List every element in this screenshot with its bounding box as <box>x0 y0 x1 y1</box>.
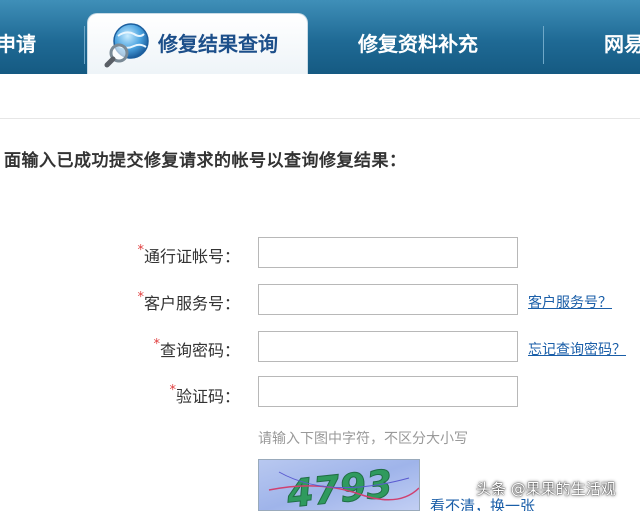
account-label-text: 通行证帐号： <box>143 247 240 266</box>
tab-separator <box>84 26 85 64</box>
query-password-input[interactable] <box>258 331 518 362</box>
tab-netease[interactable]: 网易 <box>604 22 640 66</box>
service-no-input[interactable] <box>258 284 518 315</box>
service-no-label: *客户服务号： <box>137 290 240 314</box>
service-no-help-link[interactable]: 客户服务号？ <box>528 292 612 312</box>
tab-separator <box>543 26 544 64</box>
tab-supplement[interactable]: 修复资料补充 <box>358 22 478 66</box>
account-label: *通行证帐号： <box>137 243 240 267</box>
instruction-text: 面输入已成功提交修复请求的帐号以查询修复结果： <box>4 151 407 171</box>
query-password-label: *查询密码： <box>153 337 240 361</box>
service-no-label-text: 客户服务号： <box>143 294 240 313</box>
captcha-image: 4793 <box>258 459 420 511</box>
tab-bar: 申请 修复结果查询 修复资料补充 网易 <box>0 0 640 74</box>
captcha-label-text: 验证码： <box>175 387 240 406</box>
captcha-hint: 请输入下图中字符，不区分大小写 <box>258 431 468 447</box>
captcha-label: *验证码： <box>169 383 240 407</box>
query-password-label-text: 查询密码： <box>159 341 240 360</box>
forgot-password-link[interactable]: 忘记查询密码？ <box>528 339 626 359</box>
captcha-input[interactable] <box>258 376 518 407</box>
divider <box>0 118 640 119</box>
watermark: 头条 @果果的生活观 <box>476 480 616 498</box>
globe-search-icon <box>104 23 149 68</box>
account-input[interactable] <box>258 237 518 268</box>
tab-query-result-label: 修复结果查询 <box>158 32 278 56</box>
tab-query-result[interactable]: 修复结果查询 <box>87 13 308 74</box>
tab-apply[interactable]: 申请 <box>0 22 36 66</box>
